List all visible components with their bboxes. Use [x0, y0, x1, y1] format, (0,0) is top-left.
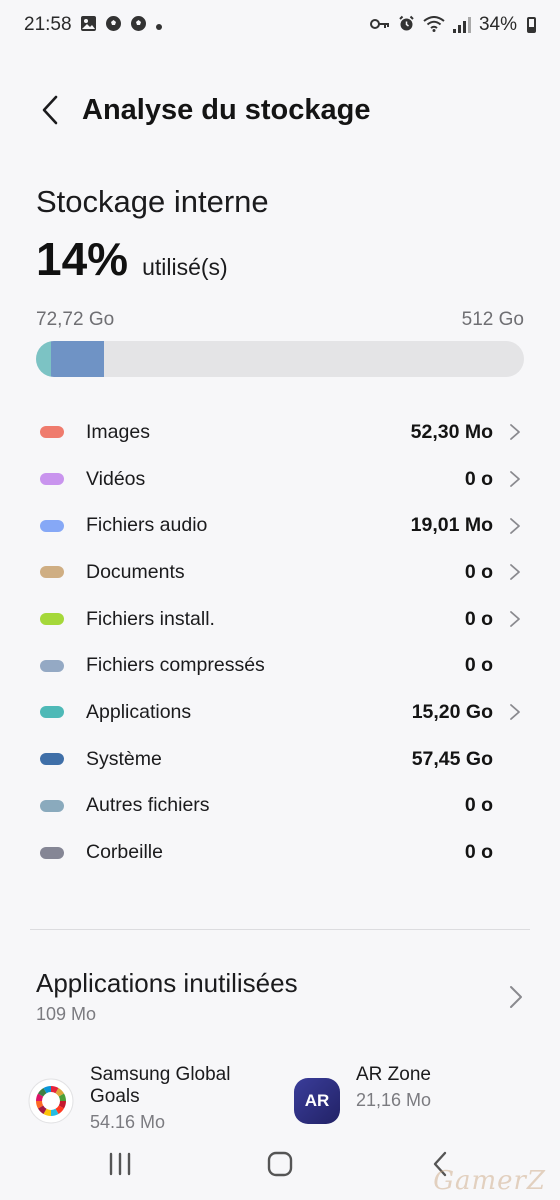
category-color-dot	[40, 613, 64, 626]
category-label: Fichiers audio	[86, 514, 208, 537]
category-color-dot	[40, 799, 64, 812]
category-value: 0 o	[464, 841, 493, 864]
watermark-logo: GamerZ	[433, 1166, 546, 1196]
category-value: 0 o	[464, 794, 493, 817]
chevron-left-icon	[42, 95, 58, 125]
category-value: 52,30 Mo	[410, 420, 493, 443]
category-color-dot	[40, 519, 64, 532]
app-text: AR Zone 21,16 Mo	[356, 1064, 431, 1134]
soccer-icon	[130, 15, 147, 35]
chevron-right-icon[interactable]	[508, 984, 524, 1010]
category-label: Applications	[86, 700, 192, 723]
unused-app-samsung-global-goals[interactable]: Samsung Global Goals 54,16 Mo	[28, 1064, 268, 1132]
divider	[30, 929, 530, 930]
total-storage-label: 512 Go	[461, 309, 524, 330]
category-row: Corbeille 0 o	[0, 829, 560, 876]
wifi-icon	[423, 15, 445, 35]
category-value: 0 o	[464, 607, 493, 630]
category-value: 57,45 Go	[411, 747, 493, 770]
category-row[interactable]: Applications 15,20 Go	[0, 689, 560, 736]
category-row: Fichiers compressés 0 o	[0, 642, 560, 689]
category-row[interactable]: Fichiers install. 0 o	[0, 596, 560, 643]
category-row[interactable]: Images 52,30 Mo	[0, 409, 560, 456]
unused-apps-size: 109 Mo	[36, 1004, 97, 1024]
category-color-dot	[40, 426, 64, 439]
category-row[interactable]: Fichiers audio 19,01 Mo	[0, 502, 560, 549]
category-color-dot	[40, 753, 64, 766]
category-label: Fichiers compressés	[86, 654, 265, 677]
category-label: Corbeille	[86, 841, 163, 864]
used-storage-label: 72,72 Go	[36, 309, 115, 330]
alarm-icon	[398, 15, 415, 35]
app-name: AR Zone	[356, 1064, 431, 1085]
app-text: Samsung Global Goals 54,16 Mo	[90, 1064, 268, 1132]
app-header: Analyse du stockage	[0, 80, 560, 140]
ar-zone-icon: AR	[294, 1078, 340, 1124]
chevron-right-icon	[508, 422, 522, 442]
storage-title: Stockage interne	[36, 184, 269, 219]
category-color-dot	[40, 473, 64, 486]
chevron-right-icon	[508, 562, 522, 582]
chevron-right-icon	[508, 609, 522, 629]
signal-icon	[452, 17, 471, 33]
category-row[interactable]: Vidéos 0 o	[0, 456, 560, 503]
category-list: Images 52,30 Mo Vidéos 0 o Fichiers audio 19,…	[0, 409, 560, 876]
global-goals-icon	[28, 1078, 74, 1124]
key-icon	[369, 17, 390, 34]
category-label: Documents	[86, 560, 185, 583]
dot-icon	[155, 17, 163, 34]
category-label: Autres fichiers	[86, 794, 210, 817]
recent-apps-button[interactable]	[90, 1139, 150, 1189]
app-name: Samsung Global Goals	[90, 1064, 231, 1107]
chevron-right-icon	[508, 516, 522, 536]
battery-icon	[527, 17, 536, 33]
category-row: Autres fichiers 0 o	[0, 783, 560, 830]
category-color-dot	[40, 659, 64, 672]
status-left: 21:58	[24, 14, 163, 36]
gallery-icon	[80, 15, 97, 35]
storage-range-labels: 72,72 Go 512 Go	[36, 309, 524, 331]
storage-usage-bar	[36, 341, 524, 377]
usage-label: utilisé(s)	[142, 254, 228, 280]
category-color-dot	[40, 846, 64, 859]
category-label: Vidéos	[86, 467, 146, 490]
category-label: Fichiers install.	[86, 607, 215, 630]
chevron-right-icon	[508, 469, 522, 489]
app-size: 21,16 Mo	[356, 1090, 432, 1110]
category-row: Système 57,45 Go	[0, 736, 560, 783]
unused-app-ar-zone[interactable]: AR AR Zone 21,16 Mo	[294, 1064, 534, 1134]
category-value: 0 o	[464, 654, 493, 677]
chevron-right-icon	[508, 702, 522, 722]
storage-bar-segment	[50, 341, 105, 377]
category-color-dot	[40, 706, 64, 719]
page-title: Analyse du stockage	[82, 93, 371, 126]
home-icon	[267, 1151, 293, 1177]
category-label: Images	[86, 420, 150, 443]
category-row[interactable]: Documents 0 o	[0, 549, 560, 596]
category-value: 0 o	[464, 467, 493, 490]
battery-percent: 34%	[478, 14, 517, 35]
status-right: 34%	[369, 14, 536, 36]
storage-bar-segment	[36, 341, 51, 377]
category-value: 15,20 Go	[411, 700, 493, 723]
unused-apps-title[interactable]: Applications inutilisées	[36, 968, 298, 999]
recent-apps-icon	[109, 1152, 131, 1176]
usage-summary: 14% utilisé(s)	[36, 232, 228, 286]
category-label: Système	[86, 747, 162, 770]
status-time: 21:58	[24, 14, 72, 35]
status-bar: 21:58 34%	[0, 0, 560, 50]
back-button[interactable]	[30, 90, 70, 130]
category-color-dot	[40, 566, 64, 579]
category-value: 0 o	[464, 560, 493, 583]
usage-percent: 14%	[36, 233, 129, 285]
soccer-icon	[105, 15, 122, 35]
category-value: 19,01 Mo	[410, 514, 493, 537]
home-button[interactable]	[250, 1139, 310, 1189]
